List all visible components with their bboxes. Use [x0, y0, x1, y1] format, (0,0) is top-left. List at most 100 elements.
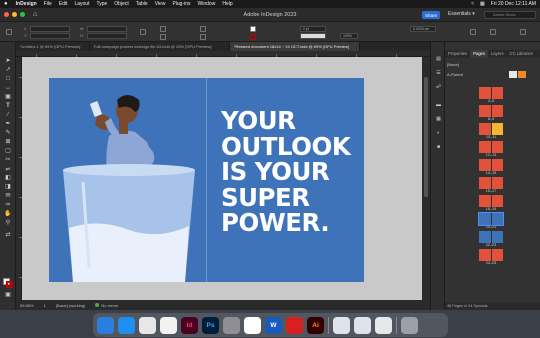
type-tool-icon[interactable]: T	[4, 103, 12, 110]
direct-selection-tool-icon[interactable]: ↗	[4, 67, 12, 74]
master-a-parent[interactable]: A-Parent	[447, 72, 463, 77]
home-icon[interactable]: ⌂	[33, 11, 37, 18]
screen-mode-icon[interactable]: ▣	[4, 292, 12, 299]
tab-pages[interactable]: Pages	[470, 50, 488, 58]
height-field[interactable]	[87, 33, 127, 39]
apple-menu-icon[interactable]: ●	[4, 1, 8, 7]
style-indicator[interactable]: [Basic] (working)	[56, 303, 86, 308]
preflight-status[interactable]: No errors	[95, 303, 118, 308]
zoom-tool-icon[interactable]: ⚲	[4, 220, 12, 227]
flip-horizontal-icon[interactable]	[200, 26, 206, 32]
stroke-swatch-icon[interactable]	[250, 34, 256, 40]
page-number[interactable]: 1	[44, 303, 46, 308]
fill-stroke-swatches[interactable]	[3, 278, 13, 288]
dock-indesign-icon[interactable]: Id	[181, 316, 198, 334]
panel-menu-icon[interactable]	[520, 29, 526, 35]
stroke-style-dropdown[interactable]	[300, 33, 326, 39]
spread-8-9[interactable]: 8–9	[479, 105, 503, 122]
tab-properties[interactable]: Properties	[445, 50, 470, 58]
menu-app-name[interactable]: InDesign	[16, 1, 37, 7]
spread-22-23[interactable]: 22–23	[479, 231, 503, 248]
stroke-weight-field[interactable]: 0 pt	[300, 26, 326, 32]
spread-4-5[interactable]: 4–5	[479, 87, 503, 104]
share-button[interactable]: Share	[422, 11, 440, 19]
page-tool-icon[interactable]: □	[4, 76, 12, 83]
free-transform-tool-icon[interactable]: ⥂	[4, 166, 12, 173]
y-position-field[interactable]	[30, 33, 70, 39]
gradient-panel-icon[interactable]: ■	[435, 144, 442, 150]
dock-preview-window-3-icon[interactable]	[375, 316, 392, 334]
menu-layout[interactable]: Layout	[74, 1, 89, 7]
minimize-window-button[interactable]	[12, 12, 17, 17]
master-none[interactable]: [None]	[447, 62, 459, 67]
reference-point-icon[interactable]	[6, 29, 12, 35]
pasteboard[interactable]: YOUR OUTLOOK IS YOUR SUPER POWER.	[22, 57, 422, 300]
default-colors-icon[interactable]: ⇄	[4, 232, 12, 239]
dock-photoshop-icon[interactable]: Ps	[202, 316, 219, 334]
dock-word-icon[interactable]: W	[265, 316, 282, 334]
shear-icon[interactable]	[160, 34, 166, 40]
menu-help[interactable]: Help	[222, 1, 232, 7]
line-tool-icon[interactable]: ∕	[4, 112, 12, 119]
x-position-field[interactable]	[30, 26, 70, 32]
gradient-feather-tool-icon[interactable]: ◨	[4, 184, 12, 191]
gap-tool-icon[interactable]: ↔	[4, 85, 12, 92]
master-thumbnail-left[interactable]	[509, 71, 517, 78]
spread-12-13[interactable]: 12–13	[479, 141, 503, 158]
opacity-field[interactable]: 100%	[340, 33, 358, 39]
measure-field[interactable]: 0.4233 cm	[410, 26, 436, 32]
adobe-stock-search[interactable]: Adobe Stock	[484, 11, 536, 19]
stroke-panel-icon[interactable]: ▬	[435, 102, 442, 108]
eyedropper-tool-icon[interactable]: ✑	[4, 202, 12, 209]
gradient-tool-icon[interactable]: ◧	[4, 175, 12, 182]
hand-tool-icon[interactable]: ✋	[4, 211, 12, 218]
tab-cc-libraries[interactable]: CC Libraries	[507, 50, 536, 58]
dock-preview-window-1-icon[interactable]	[333, 316, 350, 334]
tab-fall-campaign[interactable]: Fall campaign posters indesign file A3.i…	[90, 42, 230, 51]
spread-16-17[interactable]: 16–17	[479, 177, 503, 194]
pen-tool-icon[interactable]: ✒	[4, 121, 12, 128]
fill-swatch-icon[interactable]	[250, 26, 256, 32]
links-panel-icon[interactable]: ☍	[435, 84, 442, 90]
document-spread[interactable]: YOUR OUTLOOK IS YOUR SUPER POWER.	[49, 78, 364, 282]
dock-system-preferences-icon[interactable]	[223, 316, 240, 334]
pages-panel-icon[interactable]: ▤	[435, 56, 442, 62]
dock-safari-icon[interactable]	[118, 316, 135, 334]
spread-20-21[interactable]: 20–21	[478, 212, 504, 230]
menu-table[interactable]: Table	[136, 1, 148, 7]
dock-calendar-icon[interactable]	[244, 316, 261, 334]
flip-vertical-icon[interactable]	[200, 34, 206, 40]
menu-edit[interactable]: Edit	[59, 1, 68, 7]
menu-file[interactable]: File	[44, 1, 52, 7]
text-wrap-icon[interactable]	[490, 29, 496, 35]
pencil-tool-icon[interactable]: ✎	[4, 130, 12, 137]
wifi-icon[interactable]: ≈	[471, 1, 474, 7]
vertical-scrollbar[interactable]	[422, 57, 430, 300]
menubar-datetime[interactable]: Fri 20 Dec 12:11 AM	[491, 1, 536, 7]
dock-trash-icon[interactable]	[401, 316, 418, 334]
note-tool-icon[interactable]: ✉	[4, 193, 12, 200]
tab-untitled-1[interactable]: *Untitled-1 @ 69% [GPU Preview]	[16, 42, 90, 51]
spread-24-25[interactable]: 24–25	[479, 249, 503, 266]
dock-chrome-icon[interactable]	[139, 316, 156, 334]
rotate-icon[interactable]	[160, 26, 166, 32]
stroke-swatch[interactable]	[6, 281, 13, 288]
rectangle-frame-tool-icon[interactable]: ⊠	[4, 139, 12, 146]
close-window-button[interactable]	[4, 12, 9, 17]
dock-illustrator-icon[interactable]: Ai	[307, 316, 324, 334]
dock-finder-icon[interactable]	[97, 316, 114, 334]
auto-fit-icon[interactable]	[470, 29, 476, 35]
menu-object[interactable]: Object	[114, 1, 128, 7]
spread-10-11[interactable]: 10–11	[479, 123, 503, 140]
workspace-switcher[interactable]: Essentials ▾	[448, 11, 475, 17]
color-panel-icon[interactable]: ◐	[435, 130, 442, 136]
control-center-icon[interactable]: ▦	[480, 1, 485, 7]
zoom-level[interactable]: 59.86%	[20, 303, 34, 308]
selection-tool-icon[interactable]: ➤	[4, 58, 12, 65]
content-collector-icon[interactable]: ▣	[4, 94, 12, 101]
dock-preview-window-2-icon[interactable]	[354, 316, 371, 334]
tab-resized-document[interactable]: *Resized document 18x14 ~ 19 OCT.indd @ …	[230, 42, 360, 51]
tab-layers[interactable]: Layers	[488, 50, 507, 58]
rectangle-tool-icon[interactable]: ▢	[4, 148, 12, 155]
menu-type[interactable]: Type	[96, 1, 107, 7]
